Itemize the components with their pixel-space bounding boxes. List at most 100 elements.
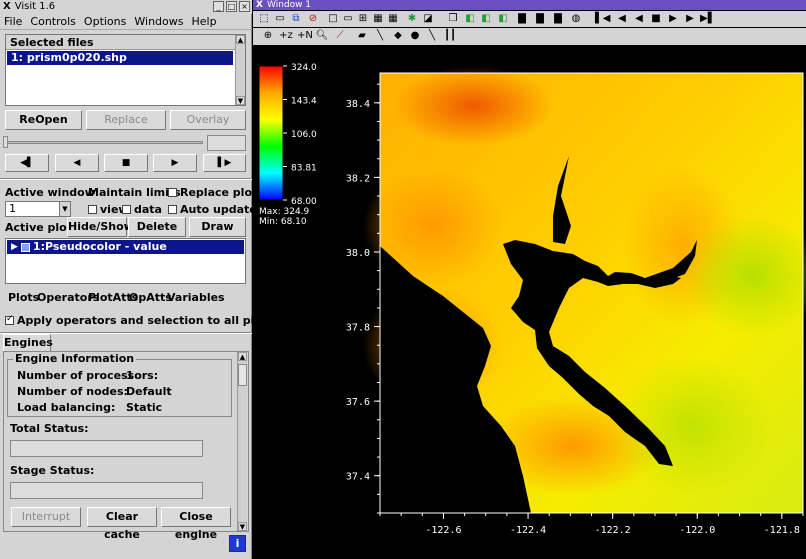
close-icon[interactable]: × — [239, 1, 250, 12]
clone-window-icon[interactable]: ⧉ — [289, 12, 303, 26]
invert-bg-icon[interactable]: ◪ — [421, 12, 435, 26]
lock-view-icon[interactable]: ▇ — [515, 12, 529, 26]
plots-menu[interactable]: Plots — [8, 291, 39, 304]
replace-plots-label: Replace plots — [180, 186, 264, 199]
scroll-down-icon[interactable]: ▼ — [236, 96, 245, 105]
x-tick-label: -122.2 — [595, 525, 631, 536]
chevron-down-icon[interactable]: ▼ — [59, 202, 70, 216]
layout-1x2-icon[interactable]: ▭ — [341, 12, 355, 26]
menu-options[interactable]: Options — [84, 14, 126, 29]
undo-view-icon[interactable]: ◧ — [496, 12, 510, 26]
zoom-axis-icon[interactable]: +z — [279, 29, 293, 43]
sphere-tool-icon[interactable]: ● — [408, 29, 422, 43]
draw-button[interactable]: Draw — [189, 217, 246, 237]
opatts-menu[interactable]: OpAtts — [129, 291, 172, 304]
timestep-field[interactable] — [207, 135, 246, 151]
lineout-icon[interactable]: ⟋ — [333, 29, 347, 43]
scroll-thumb[interactable] — [238, 364, 247, 386]
legend-min: Min: 68.10 — [259, 217, 307, 227]
reopen-button[interactable]: ReOpen — [5, 110, 82, 130]
play-icon[interactable]: ▶ — [666, 12, 680, 26]
step-back-button[interactable]: ◀▌ — [5, 154, 49, 172]
variables-menu[interactable]: Variables — [167, 291, 225, 304]
selected-file-item[interactable]: 1: prism0p020.shp — [7, 51, 233, 65]
play-icon: ▶ — [171, 158, 179, 168]
x-icon: X — [3, 1, 11, 12]
menu-windows[interactable]: Windows — [134, 14, 183, 29]
play-button[interactable]: ▶ — [153, 154, 197, 172]
layout-2x3-icon[interactable]: ▦ — [371, 12, 385, 26]
layout-1x1-icon[interactable]: □ — [326, 12, 340, 26]
hide-show-button[interactable]: Hide/Show — [67, 217, 134, 237]
play-back-button[interactable]: ◀ — [55, 154, 99, 172]
engines-scrollbar[interactable]: ▲ ▼ — [237, 352, 247, 531]
recenter-icon[interactable]: ◧ — [463, 12, 477, 26]
time-slider[interactable] — [5, 141, 203, 144]
step-forward-button[interactable]: ▌▶ — [203, 154, 246, 172]
point-tool-icon[interactable]: ╲ — [425, 29, 439, 43]
minimize-icon[interactable]: _ — [213, 1, 224, 12]
zoom-icon[interactable]: 🔍︎ — [315, 29, 329, 43]
delete-button[interactable]: Delete — [128, 217, 186, 237]
active-plots-list[interactable]: ▶ 1:Pseudocolor - value — [5, 238, 246, 284]
new-window-icon[interactable]: ▭ — [273, 12, 287, 26]
reverse-icon[interactable]: ◀ — [632, 12, 646, 26]
stop-icon[interactable]: ■ — [649, 12, 663, 26]
data-checkbox[interactable]: data — [122, 203, 162, 216]
plane-tool-icon[interactable]: ◆ — [391, 29, 405, 43]
scroll-up-icon[interactable]: ▲ — [238, 352, 247, 361]
layout-3x3-icon[interactable]: ▦ — [386, 12, 400, 26]
plot-area[interactable]: -122.6 -122.4 -122.2 -122.0 -121.8 38.438.23… — [253, 46, 806, 559]
layout-2x2-icon[interactable]: ⊞ — [356, 12, 370, 26]
engines-tab[interactable]: Engines — [3, 334, 53, 352]
spin-icon[interactable]: ✱ — [405, 12, 419, 26]
copy-view-icon[interactable]: ◍ — [569, 12, 583, 26]
apply-operators-checkbox[interactable]: Apply operators and selection to all plo… — [5, 314, 274, 327]
expand-triangle-icon[interactable]: ▶ — [11, 241, 18, 253]
scroll-up-icon[interactable]: ▲ — [236, 35, 245, 44]
apply-operators-check[interactable] — [5, 314, 14, 325]
next-frame-icon[interactable]: ▶ — [683, 12, 697, 26]
maximize-icon[interactable]: □ — [226, 1, 237, 12]
line-tool-icon[interactable]: ╲ — [373, 29, 387, 43]
stop-button[interactable]: ■ — [104, 154, 148, 172]
close-engine-button[interactable]: Close engine — [161, 507, 231, 541]
auto-update-checkbox[interactable]: Auto update — [168, 203, 257, 216]
files-scrollbar[interactable]: ▲ ▼ — [235, 35, 245, 105]
selected-files-list[interactable]: Selected files 1: prism0p020.shp ▲ ▼ — [5, 34, 246, 106]
auto-update-check[interactable] — [168, 204, 177, 214]
menu-controls[interactable]: Controls — [30, 14, 76, 29]
view-check[interactable] — [88, 204, 97, 214]
num-processors-label: Number of processors: — [17, 369, 159, 382]
view-3d-icon[interactable]: ❒ — [446, 12, 460, 26]
replace-button[interactable]: Replace — [86, 110, 166, 130]
visit-gui-panel: X Visit 1.6 _ □ × File Controls Options W… — [0, 0, 274, 559]
x-tick-label: -122.4 — [510, 525, 546, 536]
lock-time-icon[interactable]: ▇ — [533, 12, 547, 26]
replace-plots-checkbox[interactable]: Replace plots — [168, 186, 264, 199]
help-info-icon[interactable]: i — [229, 535, 246, 552]
clear-cache-button[interactable]: Clear cache — [87, 507, 157, 541]
navigate-icon[interactable]: ⬚ — [257, 12, 271, 26]
data-check[interactable] — [122, 204, 131, 214]
box-tool-icon[interactable]: ▰ — [355, 29, 369, 43]
save-window-icon[interactable] — [705, 12, 719, 26]
prev-frame-icon[interactable]: ◀ — [615, 12, 629, 26]
time-slider-handle[interactable] — [3, 136, 8, 148]
reverse-play-icon: ◀ — [73, 158, 81, 168]
lock-tools-icon[interactable]: ▇ — [551, 12, 565, 26]
plot-item[interactable]: ▶ 1:Pseudocolor - value — [7, 240, 244, 254]
active-window-combo[interactable]: 1 ▼ — [5, 201, 71, 217]
first-frame-icon[interactable]: ▌◀ — [595, 12, 610, 26]
menu-file[interactable]: File — [4, 14, 22, 29]
interrupt-button[interactable]: Interrupt — [11, 507, 81, 527]
replace-plots-check[interactable] — [168, 187, 177, 197]
delete-window-icon[interactable]: ⊘ — [306, 12, 320, 26]
scroll-down-icon[interactable]: ▼ — [238, 522, 247, 531]
reset-view-icon[interactable]: ◧ — [479, 12, 493, 26]
navigate-mode-icon[interactable]: ⊕ — [261, 29, 275, 43]
pick-node-icon[interactable]: +N — [297, 29, 313, 43]
axis-restrict-icon[interactable]: ┃┃ — [443, 29, 457, 43]
menu-help[interactable]: Help — [191, 14, 216, 29]
overlay-button[interactable]: Overlay — [170, 110, 246, 130]
